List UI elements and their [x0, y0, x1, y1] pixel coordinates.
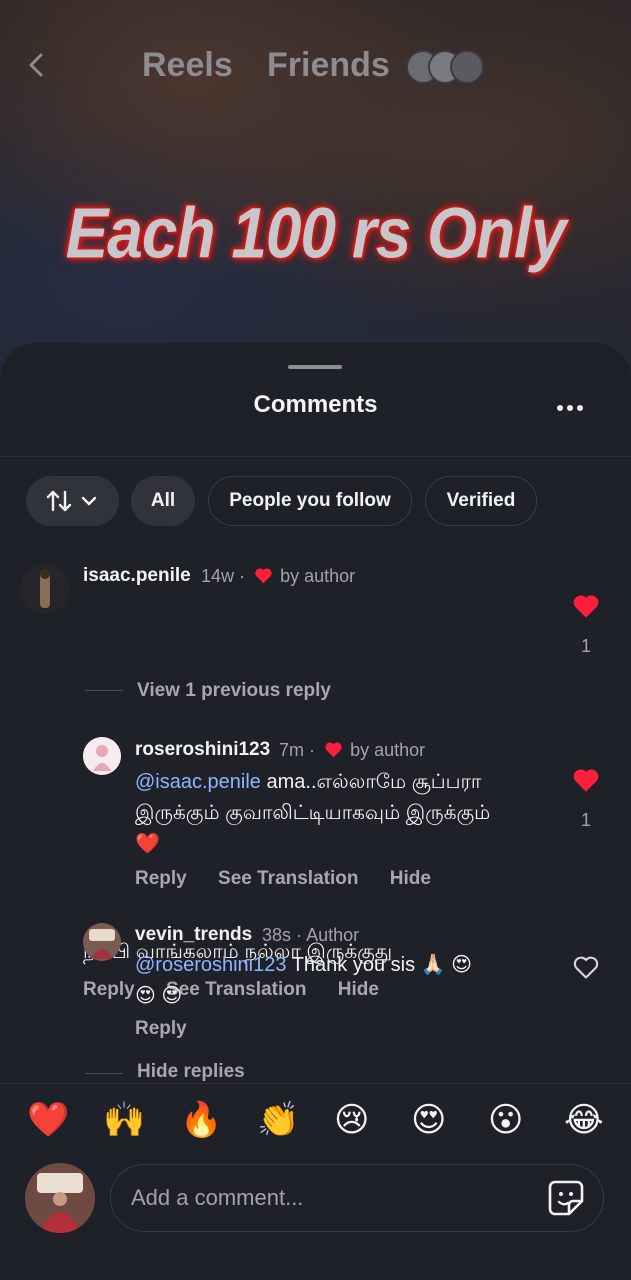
meta-separator: · — [296, 925, 307, 945]
like-count: 1 — [581, 810, 592, 830]
filter-people-you-follow[interactable]: People you follow — [208, 476, 412, 526]
comment-time: 14w — [201, 566, 235, 586]
comment-time: 7m — [279, 740, 305, 760]
mention-link[interactable]: @roseroshini123 — [135, 954, 287, 976]
comment-actions: Reply — [135, 1018, 213, 1040]
reply-button[interactable]: Reply — [135, 868, 187, 889]
comment-username[interactable]: isaac.penile — [83, 565, 191, 587]
comment-composer: Add a comment... — [0, 1162, 631, 1242]
thread-line — [85, 1073, 123, 1074]
reels-top-bar: Reels Friends — [0, 30, 631, 102]
like-heart-outline-icon[interactable] — [572, 954, 600, 980]
sheet-title: Comments — [253, 391, 378, 418]
tab-reels[interactable]: Reels — [142, 46, 233, 85]
view-previous-replies-link[interactable]: View 1 previous reply — [137, 680, 331, 702]
emoji-crying[interactable]: 😢 — [334, 1100, 369, 1140]
reply-button[interactable]: Reply — [135, 1018, 187, 1039]
emoji-heart[interactable]: ❤️ — [27, 1100, 69, 1140]
comment-text-line3: ❤️ — [135, 833, 160, 855]
author-liked-label: by author — [280, 566, 356, 586]
comment-text-line1: Thank you sis 🙏🏻 😍 — [286, 954, 472, 976]
comment-username[interactable]: vevin_trends — [135, 924, 252, 946]
hide-replies-link[interactable]: Hide replies — [137, 1061, 245, 1083]
comment-meta: 14w · by author — [201, 566, 355, 587]
more-options-icon[interactable] — [553, 401, 587, 415]
user-photo-icon — [20, 564, 70, 614]
emoji-laughing[interactable]: 😂 — [564, 1100, 604, 1140]
filter-all[interactable]: All — [131, 476, 195, 526]
emoji-raising-hands[interactable]: 🙌 — [103, 1100, 145, 1140]
author-liked-heart-icon — [325, 742, 342, 758]
mention-link[interactable]: @isaac.penile — [135, 771, 261, 793]
comment-meta: 7m · by author — [279, 740, 425, 761]
meta-separator: · — [309, 740, 316, 760]
friends-avatar-stack[interactable] — [406, 50, 496, 84]
video-overlay-text: Each 100 rs Only — [65, 192, 567, 274]
comment-meta: 38s · Author — [262, 925, 359, 946]
avatar[interactable] — [83, 923, 121, 961]
sticker-icon[interactable] — [547, 1179, 585, 1217]
like-heart-icon[interactable] — [572, 593, 600, 619]
meta-separator: · — [239, 566, 246, 586]
back-chevron-icon[interactable] — [22, 50, 52, 80]
sheet-drag-handle[interactable] — [288, 365, 342, 369]
bottom-safe-area — [0, 1242, 631, 1280]
see-translation-button[interactable]: See Translation — [218, 868, 358, 889]
comment-text-line1: ama..எல்லாமே சூப்பரா — [260, 771, 482, 793]
comment-text-line2: இருக்கும் குவாலிட்டியாகவும் இருக்கும் — [135, 802, 491, 824]
comment-text-line2: 😍 😍 — [135, 985, 183, 1007]
author-label: Author — [306, 925, 360, 945]
filter-verified[interactable]: Verified — [425, 476, 537, 526]
avatar[interactable] — [20, 564, 70, 614]
my-avatar — [25, 1163, 95, 1233]
avatar[interactable] — [83, 737, 121, 775]
comment-text: @roseroshini123 Thank you sis 🙏🏻 😍 😍 😍 — [135, 950, 555, 1012]
user-photo-icon — [83, 737, 121, 775]
sort-arrows-icon — [46, 490, 96, 512]
emoji-quick-reactions: ❤️ 🙌 🔥 👏 😢 😍 😮 😂 — [0, 1083, 631, 1158]
author-liked-heart-icon — [255, 568, 272, 584]
comment-filters: All People you follow Verified — [0, 476, 631, 528]
comment-time: 38s — [262, 925, 292, 945]
friend-avatar — [450, 50, 484, 84]
emoji-surprised[interactable]: 😮 — [488, 1100, 523, 1140]
comment-input-placeholder: Add a comment... — [131, 1185, 304, 1210]
tab-friends[interactable]: Friends — [267, 46, 390, 85]
like-count: 1 — [581, 636, 592, 656]
emoji-fire[interactable]: 🔥 — [180, 1100, 222, 1140]
sort-button[interactable] — [26, 476, 119, 526]
comment-input[interactable]: Add a comment... — [110, 1164, 604, 1232]
author-liked-label: by author — [350, 740, 426, 760]
like-heart-icon[interactable] — [572, 767, 600, 793]
user-photo-icon — [25, 1163, 95, 1233]
thread-line — [85, 690, 123, 691]
comment-username[interactable]: roseroshini123 — [135, 739, 270, 761]
comment-text: @isaac.penile ama..எல்லாமே சூப்பரா இருக்… — [135, 767, 555, 860]
comment-actions: Reply See Translation Hide — [135, 868, 457, 890]
emoji-clapping[interactable]: 👏 — [257, 1100, 299, 1140]
hide-button[interactable]: Hide — [390, 868, 431, 889]
emoji-heart-eyes[interactable]: 😍 — [411, 1100, 446, 1140]
header-divider — [0, 456, 631, 457]
user-photo-icon — [83, 923, 121, 961]
reply-button[interactable]: Reply — [83, 979, 135, 1000]
reel-video-background: Each 100 rs Only Reels Friends — [0, 0, 631, 400]
